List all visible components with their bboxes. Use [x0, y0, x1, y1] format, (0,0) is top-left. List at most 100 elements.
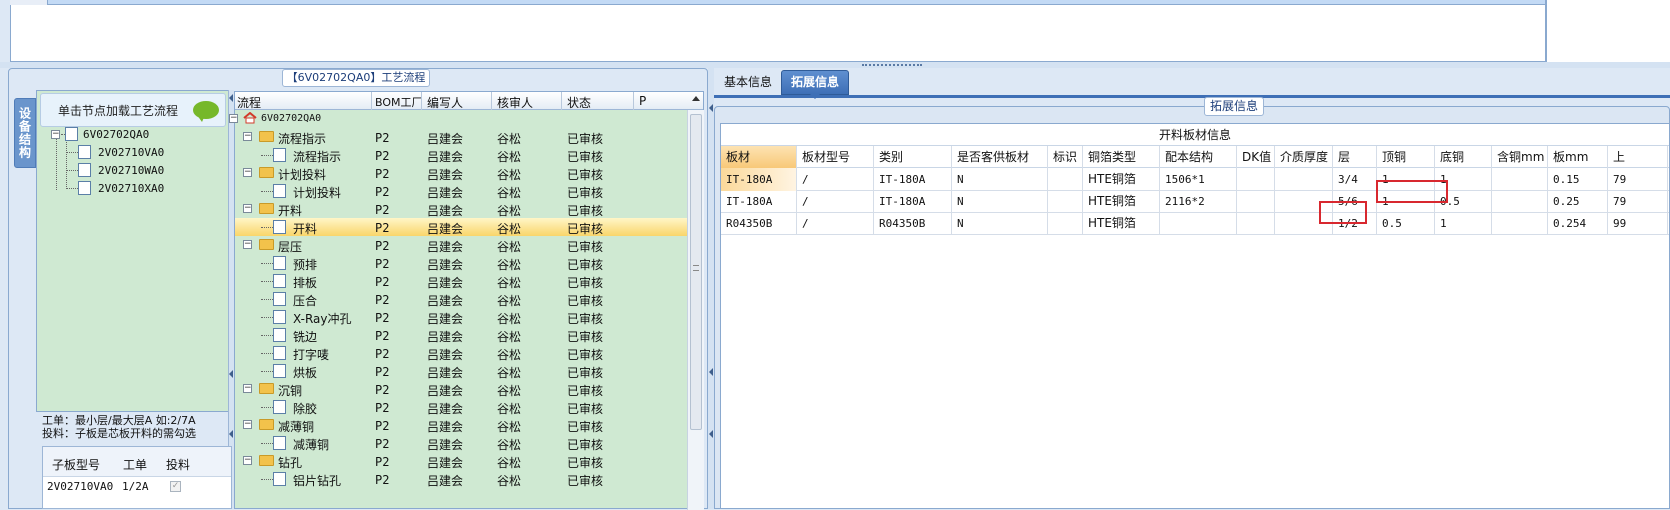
- column-header[interactable]: 介质厚度: [1275, 146, 1333, 168]
- table-cell[interactable]: 0.25: [1548, 190, 1608, 213]
- collapse-icon[interactable]: −: [243, 456, 252, 465]
- table-row[interactable]: 2V02710VA0 1/2A ✓: [43, 477, 231, 495]
- table-cell[interactable]: [1492, 190, 1548, 213]
- collapse-icon[interactable]: −: [243, 168, 252, 177]
- collapse-icon[interactable]: −: [243, 240, 252, 249]
- table-row[interactable]: − 钻孔 P2 吕建会 谷松 已审核: [235, 452, 687, 470]
- table-cell[interactable]: [1492, 212, 1548, 235]
- column-header[interactable]: 板mm: [1548, 146, 1608, 168]
- collapse-icon[interactable]: −: [243, 132, 252, 141]
- tree-node-child[interactable]: 2V02710WA0: [98, 164, 164, 177]
- column-header[interactable]: 板材型号: [797, 146, 874, 168]
- table-cell[interactable]: [1237, 190, 1275, 213]
- table-row[interactable]: 排板 P2 吕建会 谷松 已审核: [235, 272, 687, 290]
- table-row[interactable]: − 开料 P2 吕建会 谷松 已审核: [235, 200, 687, 218]
- table-row[interactable]: 除胶 P2 吕建会 谷松 已审核: [235, 398, 687, 416]
- tab-extended-info[interactable]: 拓展信息: [781, 70, 849, 99]
- table-cell[interactable]: 2116*2: [1160, 190, 1237, 213]
- column-header[interactable]: 流程: [237, 94, 261, 111]
- tree-node-child[interactable]: 2V02710VA0: [98, 146, 164, 159]
- tab-basic-info[interactable]: 基本信息: [718, 72, 778, 94]
- scroll-up-icon[interactable]: [692, 96, 700, 101]
- collapse-icon[interactable]: −: [51, 130, 60, 139]
- table-row[interactable]: R04350B / R04350B N HTE铜箔 1/2 0.5 1 0.254 99: [721, 212, 1669, 235]
- collapse-icon[interactable]: −: [243, 204, 252, 213]
- table-row[interactable]: 压合 P2 吕建会 谷松 已审核: [235, 290, 687, 308]
- collapse-left-icon[interactable]: [229, 370, 233, 378]
- table-cell[interactable]: HTE铜箔: [1083, 168, 1160, 191]
- table-cell[interactable]: R04350B: [874, 212, 952, 235]
- table-cell[interactable]: R04350B: [721, 212, 797, 235]
- table-cell[interactable]: [1275, 168, 1333, 191]
- table-cell[interactable]: HTE铜箔: [1083, 190, 1160, 213]
- table-cell[interactable]: [1237, 212, 1275, 235]
- table-cell[interactable]: /: [797, 190, 874, 213]
- tree-node-root[interactable]: 6V02702QA0: [83, 128, 149, 141]
- table-cell[interactable]: /: [797, 168, 874, 191]
- column-header[interactable]: 标识: [1048, 146, 1083, 168]
- column-header[interactable]: 铜箔类型: [1083, 146, 1160, 168]
- table-cell[interactable]: 99: [1608, 212, 1668, 235]
- table-cell[interactable]: IT-180A: [874, 190, 952, 213]
- table-row[interactable]: 烘板 P2 吕建会 谷松 已审核: [235, 362, 687, 380]
- column-header[interactable]: 顶铜: [1377, 146, 1435, 168]
- collapse-left-icon[interactable]: [709, 368, 713, 376]
- table-row[interactable]: 铝片钻孔 P2 吕建会 谷松 已审核: [235, 470, 687, 488]
- table-cell[interactable]: IT-180A: [721, 168, 797, 191]
- column-header[interactable]: 含铜mm: [1492, 146, 1548, 168]
- column-header[interactable]: 编写人: [427, 94, 463, 111]
- table-cell[interactable]: [1492, 168, 1548, 191]
- collapse-icon[interactable]: −: [229, 114, 238, 123]
- table-cell[interactable]: [1048, 190, 1083, 213]
- column-header[interactable]: 配本结构: [1160, 146, 1237, 168]
- table-row[interactable]: IT-180A / IT-180A N HTE铜箔 1506*1 3/4 1 1 0.15 79: [721, 168, 1669, 191]
- table-row[interactable]: − 层压 P2 吕建会 谷松 已审核: [235, 236, 687, 254]
- flow-scrollbar[interactable]: [687, 96, 704, 510]
- column-header[interactable]: 核审人: [497, 94, 533, 111]
- column-header[interactable]: 上: [1608, 146, 1668, 168]
- column-header[interactable]: 工单: [123, 456, 147, 473]
- table-row[interactable]: X-Ray冲孔 P2 吕建会 谷松 已审核: [235, 308, 687, 326]
- collapse-left-icon[interactable]: [229, 430, 233, 438]
- table-cell[interactable]: 1: [1435, 212, 1492, 235]
- collapse-left-icon[interactable]: [709, 430, 713, 438]
- scroll-thumb[interactable]: [690, 114, 702, 430]
- table-cell[interactable]: [1048, 212, 1083, 235]
- collapse-icon[interactable]: −: [243, 384, 252, 393]
- column-header[interactable]: 板材: [721, 146, 797, 168]
- table-row[interactable]: 流程指示 P2 吕建会 谷松 已审核: [235, 146, 687, 164]
- table-cell[interactable]: IT-180A: [874, 168, 952, 191]
- table-cell[interactable]: 0.5: [1377, 212, 1435, 235]
- table-row[interactable]: − 减薄铜 P2 吕建会 谷松 已审核: [235, 416, 687, 434]
- table-cell[interactable]: 3/4: [1333, 168, 1377, 191]
- column-header[interactable]: 子板型号: [52, 456, 100, 473]
- column-header[interactable]: 层: [1333, 146, 1377, 168]
- flow-root-row[interactable]: − 6V02702QA0: [229, 110, 687, 128]
- table-cell[interactable]: N: [952, 212, 1048, 235]
- table-row[interactable]: 开料 P2 吕建会 谷松 已审核: [235, 218, 687, 236]
- table-row[interactable]: − 沉铜 P2 吕建会 谷松 已审核: [235, 380, 687, 398]
- table-cell[interactable]: N: [952, 168, 1048, 191]
- column-header[interactable]: 状态: [567, 94, 591, 111]
- feed-checkbox[interactable]: ✓: [170, 481, 181, 492]
- tree-node-child[interactable]: 2V02710XA0: [98, 182, 164, 195]
- column-header[interactable]: 底铜: [1435, 146, 1492, 168]
- column-header[interactable]: 投料: [166, 456, 190, 473]
- table-row[interactable]: IT-180A / IT-180A N HTE铜箔 2116*2 5/6 1 0.5 0.25 79: [721, 190, 1669, 213]
- table-cell[interactable]: /: [797, 212, 874, 235]
- table-row[interactable]: 预排 P2 吕建会 谷松 已审核: [235, 254, 687, 272]
- column-header[interactable]: P: [639, 94, 646, 108]
- table-row[interactable]: 计划投料 P2 吕建会 谷松 已审核: [235, 182, 687, 200]
- table-cell[interactable]: 0.15: [1548, 168, 1608, 191]
- table-row[interactable]: − 计划投料 P2 吕建会 谷松 已审核: [235, 164, 687, 182]
- column-header[interactable]: 是否客供板材: [952, 146, 1048, 168]
- collapse-left-icon[interactable]: [229, 94, 233, 102]
- table-row[interactable]: 铣边 P2 吕建会 谷松 已审核: [235, 326, 687, 344]
- table-cell[interactable]: 79: [1608, 190, 1668, 213]
- table-cell[interactable]: 79: [1608, 168, 1668, 191]
- column-header[interactable]: BOM工厂: [375, 94, 423, 110]
- table-cell[interactable]: 0.254: [1548, 212, 1608, 235]
- table-row[interactable]: 减薄铜 P2 吕建会 谷松 已审核: [235, 434, 687, 452]
- column-header[interactable]: DK值: [1237, 146, 1275, 168]
- table-cell[interactable]: N: [952, 190, 1048, 213]
